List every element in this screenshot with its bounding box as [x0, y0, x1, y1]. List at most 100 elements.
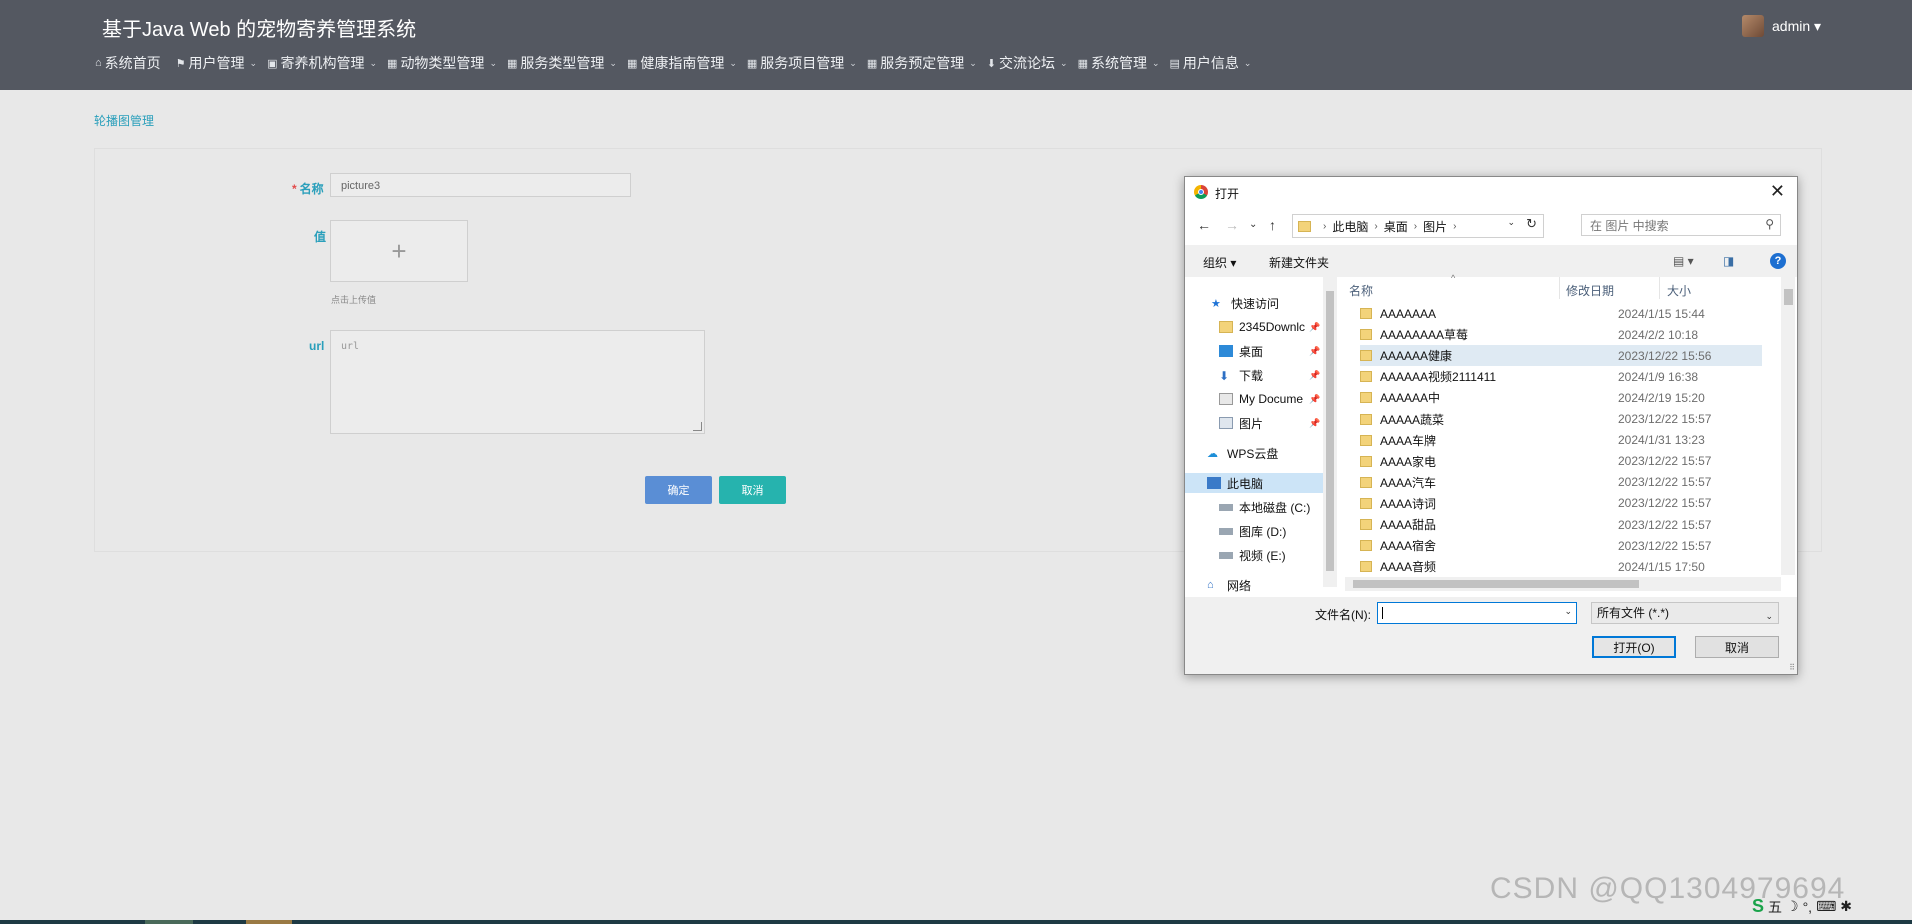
view-menu[interactable]: ▤ ▾: [1673, 254, 1694, 268]
taskbar-item[interactable]: [145, 920, 193, 924]
folder-icon: [1360, 329, 1372, 341]
nav-item[interactable]: ▦ 服务预定管理 ⌄: [867, 53, 977, 73]
file-row[interactable]: AAAAAAA 2024/1/15 15:44: [1360, 303, 1762, 324]
keyboard-icon[interactable]: ⌨: [1816, 898, 1836, 915]
cancel-button[interactable]: 取消: [719, 476, 786, 504]
file-row[interactable]: AAAA甜品 2023/12/22 15:57: [1360, 514, 1762, 535]
name-input[interactable]: picture3: [330, 173, 631, 197]
nav-item[interactable]: ▦ 系统管理 ⌄: [1078, 53, 1160, 73]
pin-icon[interactable]: 📌: [1309, 370, 1320, 381]
tree-item-download[interactable]: ⬇ 下载 📌: [1185, 365, 1323, 385]
file-row[interactable]: AAAA音频 2024/1/15 17:50: [1360, 556, 1762, 577]
nav-item[interactable]: ⬇ 交流论坛 ⌄: [987, 53, 1068, 73]
file-name: AAAAAA中: [1380, 391, 1441, 406]
tree-item-label: 本地磁盘 (C:): [1239, 500, 1311, 515]
file-list-scrollbar[interactable]: [1781, 277, 1795, 575]
file-row[interactable]: AAAA宿舍 2023/12/22 15:57: [1360, 535, 1762, 556]
user-name[interactable]: admin ▾: [1772, 18, 1821, 35]
file-date: 2023/12/22 15:57: [1618, 454, 1712, 469]
file-row[interactable]: AAAA诗词 2023/12/22 15:57: [1360, 493, 1762, 514]
column-name[interactable]: 名称: [1349, 282, 1373, 299]
tree-item-network[interactable]: ⌂ 网络: [1185, 575, 1323, 595]
tree-item-drive-d[interactable]: 图库 (D:): [1185, 521, 1323, 541]
nav-item[interactable]: ⌂ 系统首页: [95, 53, 166, 73]
tree-item-wps-cloud[interactable]: ☁ WPS云盘: [1185, 443, 1323, 463]
tree-item-documents[interactable]: My Docume 📌: [1185, 389, 1323, 409]
filename-input[interactable]: ⌄: [1377, 602, 1577, 624]
organize-menu[interactable]: 组织 ▾: [1203, 254, 1236, 271]
back-arrow-icon[interactable]: ←: [1197, 217, 1211, 233]
file-row[interactable]: AAAAAAAA草莓 2024/2/2 10:18: [1360, 324, 1762, 345]
tree-item-quick-access[interactable]: ★ 快速访问: [1185, 293, 1323, 313]
up-arrow-icon[interactable]: ↑: [1269, 217, 1276, 233]
punctuation-icon[interactable]: °,: [1803, 899, 1813, 915]
chevron-down-icon[interactable]: ⌄: [1765, 606, 1773, 626]
nav-label: 用户信息: [1182, 55, 1239, 71]
pin-icon[interactable]: 📌: [1309, 418, 1320, 429]
column-date[interactable]: 修改日期: [1566, 282, 1614, 299]
tree-item-pictures[interactable]: 图片 📌: [1185, 413, 1323, 433]
file-row[interactable]: AAAAAA视频2111411 2024/1/9 16:38: [1360, 366, 1762, 387]
nav-item[interactable]: ▦ 动物类型管理 ⌄: [387, 53, 497, 73]
ime-mode-icon[interactable]: 五: [1768, 897, 1782, 917]
help-icon[interactable]: ?: [1770, 253, 1786, 269]
nav-item[interactable]: ▦ 服务类型管理 ⌄: [507, 53, 617, 73]
horizontal-scrollbar[interactable]: [1345, 577, 1781, 591]
nav-item[interactable]: ▦ 服务项目管理 ⌄: [747, 53, 857, 73]
user-menu[interactable]: admin ▾: [1742, 15, 1821, 37]
close-icon[interactable]: ✕: [1770, 181, 1785, 202]
moon-icon[interactable]: ☽: [1786, 898, 1799, 915]
tree-item-folder[interactable]: 2345Downlc 📌: [1185, 317, 1323, 337]
file-date: 2024/2/2 10:18: [1618, 327, 1699, 342]
tree-item-desktop[interactable]: 桌面 📌: [1185, 341, 1323, 361]
refresh-icon[interactable]: ↻: [1526, 216, 1537, 232]
search-input[interactable]: 在 图片 中搜索 ⚲: [1581, 214, 1781, 236]
scrollbar-thumb[interactable]: [1326, 291, 1334, 571]
resize-grip-icon[interactable]: ⠿: [1789, 663, 1795, 672]
scrollbar-thumb[interactable]: [1784, 289, 1793, 305]
column-header: 名称 ^ 修改日期 大小: [1337, 273, 1765, 299]
settings-icon[interactable]: ✱: [1840, 898, 1852, 915]
ime-logo-icon[interactable]: S: [1752, 896, 1764, 917]
filetype-select[interactable]: 所有文件 (*.*) ⌄: [1591, 602, 1779, 624]
preview-pane-icon[interactable]: ◨: [1723, 254, 1734, 268]
file-row[interactable]: AAAA车牌 2024/1/31 13:23: [1360, 430, 1762, 451]
breadcrumb-item[interactable]: 桌面: [1384, 218, 1408, 235]
file-row[interactable]: AAAAAA中 2024/2/19 15:20: [1360, 387, 1762, 408]
recent-locations-icon[interactable]: ⌄: [1249, 219, 1257, 230]
url-textarea[interactable]: url: [330, 330, 705, 434]
pin-icon[interactable]: 📌: [1309, 322, 1320, 333]
chevron-down-icon[interactable]: ⌄: [1507, 217, 1515, 228]
tree-item-this-pc[interactable]: 此电脑: [1185, 473, 1323, 493]
tree-item-drive-e[interactable]: 视频 (E:): [1185, 545, 1323, 565]
nav-item[interactable]: ▤ 用户信息 ⌄: [1170, 53, 1252, 73]
pin-icon[interactable]: 📌: [1309, 394, 1320, 405]
address-bar[interactable]: › 此电脑 › 桌面 › 图片 › ⌄ ↻: [1292, 214, 1544, 238]
nav-item[interactable]: ▣ 寄养机构管理 ⌄: [267, 53, 377, 73]
page-title[interactable]: 轮播图管理: [94, 112, 154, 129]
breadcrumb-item[interactable]: 图片: [1423, 218, 1447, 235]
tree-scrollbar[interactable]: [1323, 277, 1337, 587]
nav-item[interactable]: ⚑ 用户管理 ⌄: [176, 53, 257, 73]
new-folder-button[interactable]: 新建文件夹: [1269, 254, 1329, 271]
tree-item-drive-c[interactable]: 本地磁盘 (C:): [1185, 497, 1323, 517]
taskbar-item[interactable]: [246, 920, 292, 924]
breadcrumb-item[interactable]: 此电脑: [1332, 218, 1368, 235]
file-row[interactable]: AAAA家电 2023/12/22 15:57: [1360, 451, 1762, 472]
upload-button[interactable]: +: [330, 220, 468, 282]
open-button[interactable]: 打开(O): [1592, 636, 1676, 658]
dialog-cancel-button[interactable]: 取消: [1695, 636, 1779, 658]
file-row[interactable]: AAAAA蔬菜 2023/12/22 15:57: [1360, 409, 1762, 430]
nav-item[interactable]: ▦ 健康指南管理 ⌄: [627, 53, 737, 73]
resize-handle-icon[interactable]: [693, 422, 702, 431]
chevron-down-icon[interactable]: ⌄: [1564, 606, 1572, 617]
file-row[interactable]: AAAAAA健康 2023/12/22 15:56: [1360, 345, 1762, 367]
plus-icon: +: [391, 235, 407, 266]
avatar[interactable]: [1742, 15, 1764, 37]
confirm-button[interactable]: 确定: [645, 476, 712, 504]
scrollbar-thumb[interactable]: [1353, 580, 1639, 588]
column-size[interactable]: 大小: [1667, 282, 1691, 299]
file-row[interactable]: AAAA汽车 2023/12/22 15:57: [1360, 472, 1762, 493]
forward-arrow-icon[interactable]: →: [1225, 217, 1239, 233]
pin-icon[interactable]: 📌: [1309, 346, 1320, 357]
